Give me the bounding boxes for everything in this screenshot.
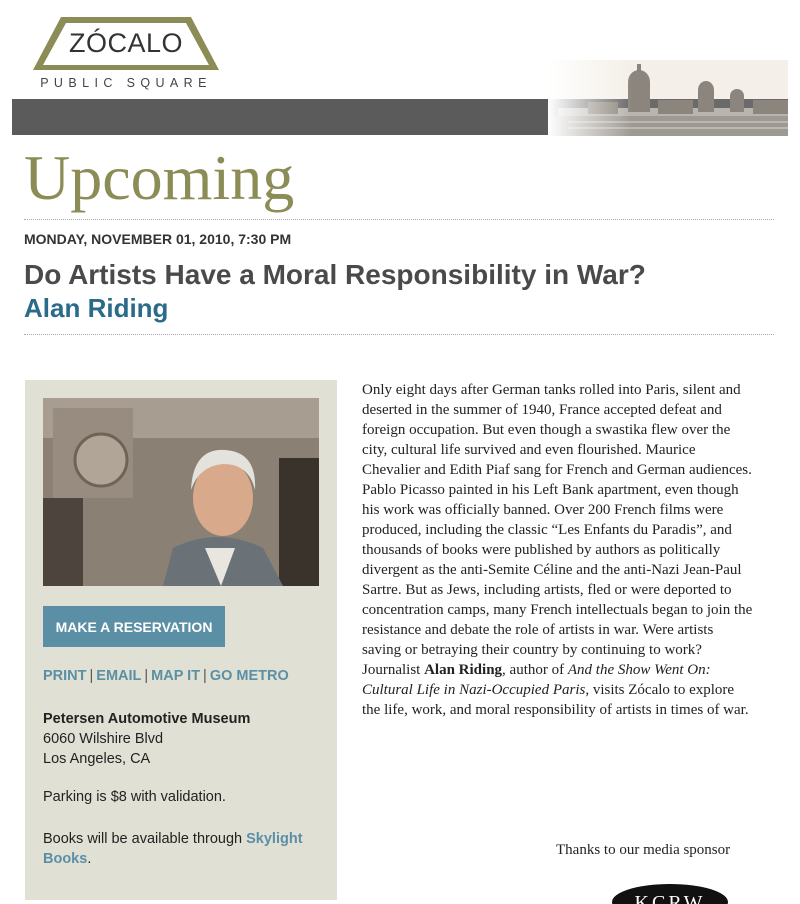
venue-city: Los Angeles, CA [43,751,151,767]
kcrw-logo-icon: KCRW [612,884,728,904]
description-text: Only eight days after German tanks rolle… [362,382,753,678]
paris-skyline-image [548,60,788,136]
description-speaker: Alan Riding [424,662,503,678]
link-separator: | [144,668,149,684]
event-title: Do Artists Have a Moral Responsibility i… [24,259,646,290]
event-sidebar: MAKE A RESERVATION PRINT | EMAIL | MAP IT | GO… [25,380,337,900]
zocalo-logo[interactable]: ZÓCALO PUBLIC SQUARE [31,16,221,94]
logo-wordmark: ZÓCALO [68,28,184,58]
venue-street: 6060 Wilshire Blvd [43,731,164,747]
print-link[interactable]: PRINT [43,668,87,684]
link-separator: | [89,668,94,684]
kcrw-logo[interactable]: KCRW [610,880,730,904]
event-description: Only eight days after German tanks rolle… [362,380,754,720]
event-date: MONDAY, NOVEMBER 01, 2010, 7:30 PM [24,231,292,247]
parking-info: Parking is $8 with validation. [43,789,226,805]
map-it-link[interactable]: MAP IT [151,668,200,684]
speaker-name[interactable]: Alan Riding [24,293,168,324]
books-prefix: Books will be available through [43,831,243,847]
description-text: , author of [502,662,565,678]
divider [24,334,774,335]
event-action-links: PRINT | EMAIL | MAP IT | GO METRO [43,668,289,684]
venue-name: Petersen Automotive Museum [43,711,251,727]
email-link[interactable]: EMAIL [96,668,141,684]
logo-tagline: PUBLIC SQUARE [40,76,212,90]
divider [24,219,774,220]
venue-address: Petersen Automotive Museum 6060 Wilshire… [43,709,250,769]
books-suffix: . [87,851,92,867]
books-info: Books will be available through Skylight… [43,829,323,869]
go-metro-link[interactable]: GO METRO [210,668,289,684]
make-reservation-button[interactable]: MAKE A RESERVATION [43,606,225,647]
link-separator: | [203,668,207,684]
speaker-photo [43,398,319,586]
kcrw-logo-text: KCRW [635,892,706,904]
page-title: Upcoming [24,142,295,213]
sponsor-text: Thanks to our media sponsor [556,842,731,858]
